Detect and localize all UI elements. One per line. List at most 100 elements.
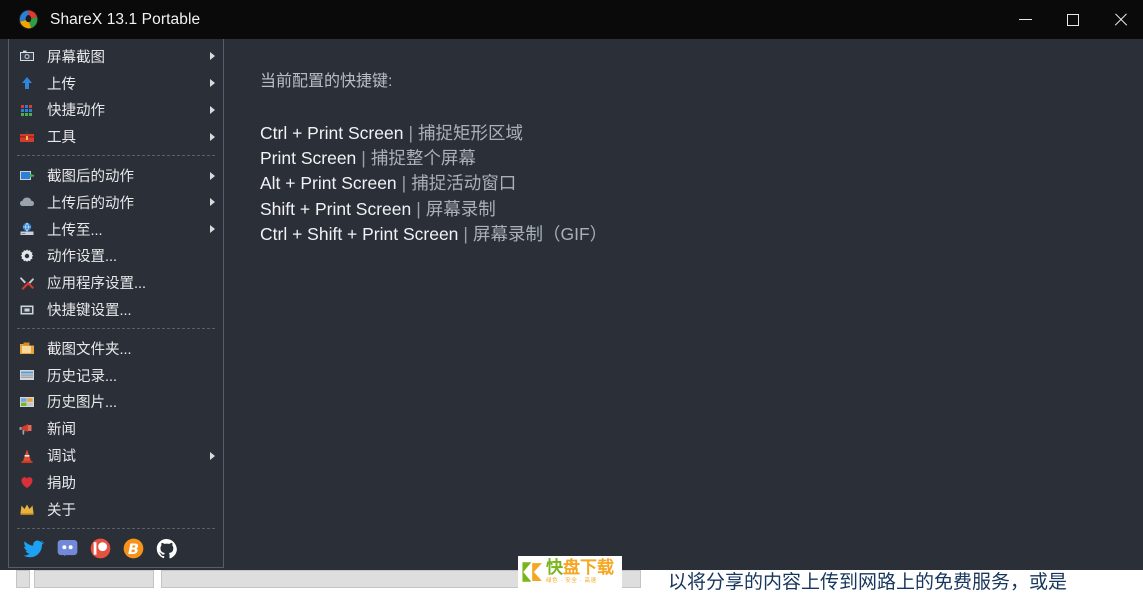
megaphone-icon: [18, 420, 36, 438]
keyboard-icon: [18, 301, 36, 319]
menu-item-label: 快捷键设置...: [47, 303, 132, 320]
submenu-chevron-right-icon: [210, 171, 215, 180]
hotkey-description: 屏幕录制: [425, 198, 496, 219]
hotkey-separator: |: [463, 223, 468, 244]
menu-item-label: 历史记录...: [47, 368, 118, 385]
background-bottom-text: 以将分享的内容上传到网路上的免费服务，或是: [668, 572, 1068, 593]
menu-item-历史图片[interactable]: 历史图片...: [9, 389, 223, 416]
upload-arrow-icon: [18, 74, 36, 92]
hotkey-description: 屏幕录制（GIF）: [472, 223, 608, 244]
folder-icon: [18, 339, 36, 357]
menu-item-label: 捐助: [47, 475, 76, 492]
crown-icon: [18, 500, 36, 518]
menu-item-label: 工具: [47, 130, 76, 147]
history-images-icon: [18, 393, 36, 411]
submenu-chevron-right-icon: [210, 79, 215, 88]
close-button[interactable]: [1096, 0, 1143, 39]
traffic-cone-icon: [18, 447, 36, 465]
menu-item-label: 动作设置...: [47, 249, 118, 266]
menu-item-label: 调试: [47, 449, 76, 466]
menu-item-调试[interactable]: 调试: [9, 442, 223, 469]
minimize-icon: [1019, 19, 1032, 20]
hotkey-separator: |: [401, 173, 407, 194]
maximize-button[interactable]: [1049, 0, 1096, 39]
history-list-icon: [18, 366, 36, 384]
submenu-chevron-right-icon: [210, 132, 215, 141]
menu-item-label: 历史图片...: [47, 395, 118, 412]
menu-item-应用程序设置[interactable]: 应用程序设置...: [9, 269, 223, 296]
hotkey-row: Ctrl + Shift + Print Screen | 屏幕录制（GIF）: [260, 222, 1143, 247]
menu-item-快捷键设置[interactable]: 快捷键设置...: [9, 296, 223, 323]
menu-item-屏幕截图[interactable]: 屏幕截图: [9, 43, 223, 70]
cloud-icon: [18, 193, 36, 211]
menu-item-label: 快捷动作: [47, 103, 105, 120]
image-arrow-icon: [18, 167, 36, 185]
hotkey-description: 捕捉矩形区域: [418, 123, 523, 143]
menu-item-上传后的动作[interactable]: 上传后的动作: [9, 189, 223, 216]
hotkey-row: Alt + Print Screen | 捕捉活动窗口: [260, 171, 1143, 196]
toolbox-icon: [18, 128, 36, 146]
globe-disk-icon: [18, 220, 36, 238]
minimize-button[interactable]: [1002, 0, 1049, 39]
menu-separator: [17, 327, 215, 330]
content-heading: 当前配置的快捷键:: [260, 73, 393, 90]
watermark-text-part1: 快: [546, 557, 563, 578]
maximize-icon: [1066, 13, 1079, 26]
github-icon[interactable]: [155, 537, 178, 560]
window-title: ShareX 13.1 Portable: [50, 10, 201, 28]
menu-item-动作设置[interactable]: 动作设置...: [9, 243, 223, 270]
hotkey-separator: |: [361, 148, 366, 169]
main-menu-panel: 屏幕截图 上传快捷动作工具截图后的动作 上传后的动作上传至... 动作设置... 应用程…: [8, 39, 224, 568]
patreon-icon[interactable]: [89, 537, 112, 560]
heart-icon: [18, 473, 36, 491]
menu-item-label: 截图后的动作: [47, 169, 134, 186]
menu-item-label: 新闻: [47, 422, 76, 439]
svg-text:B: B: [128, 541, 139, 557]
submenu-chevron-right-icon: [210, 198, 215, 207]
window-titlebar: ShareX 13.1 Portable: [0, 0, 1143, 39]
watermark-text: 快盘下载 绿色 · 安全 · 高速: [546, 557, 614, 585]
twitter-icon[interactable]: [23, 537, 46, 560]
menu-separator: [17, 155, 215, 157]
hotkey-row: Shift + Print Screen | 屏幕录制: [260, 197, 1143, 222]
submenu-chevron-right-icon: [210, 225, 215, 234]
menu-item-新闻[interactable]: 新闻: [9, 415, 223, 442]
menu-item-label: 关于: [47, 502, 76, 519]
hotkey-keys: Ctrl + Print Screen: [260, 123, 404, 143]
close-icon: [1113, 13, 1127, 27]
menu-item-截图后的动作[interactable]: 截图后的动作: [9, 162, 223, 189]
menu-item-上传[interactable]: 上传: [9, 70, 223, 97]
hotkey-row: Ctrl + Print Screen | 捕捉矩形区域: [260, 121, 1143, 146]
sharex-swirl-logo: [18, 9, 39, 30]
watermark-subtitle: 绿色 · 安全 · 高速: [546, 577, 597, 584]
menu-item-label: 上传后的动作: [47, 195, 134, 212]
background-box: [16, 570, 30, 588]
hotkey-description: 捕捉整个屏幕: [370, 148, 476, 169]
sharex-main-window: ShareX 13.1 Portable 屏幕截图 上传 快捷动作 工具 截图后的动作上…: [0, 0, 1143, 570]
hotkey-keys: Print Screen: [260, 148, 357, 169]
grid-dots-icon: [18, 101, 36, 119]
hotkey-keys: Shift + Print Screen: [260, 198, 412, 219]
discord-icon[interactable]: [56, 537, 79, 560]
menu-item-捐助[interactable]: 捐助: [9, 469, 223, 496]
menu-item-截图文件夹[interactable]: 截图文件夹...: [9, 335, 223, 362]
hotkey-description: 捕捉活动窗口: [411, 173, 517, 194]
menu-item-关于[interactable]: 关于: [9, 496, 223, 523]
bitcoin-icon[interactable]: B: [122, 537, 145, 560]
hotkey-keys: Alt + Print Screen: [260, 173, 397, 194]
social-links-row: B: [9, 537, 223, 560]
submenu-chevron-right-icon: [210, 52, 215, 61]
background-box: [34, 570, 154, 588]
menu-item-快捷动作[interactable]: 快捷动作: [9, 97, 223, 124]
wrench-screwdriver-icon: [18, 274, 36, 292]
menu-separator: [17, 527, 215, 530]
menu-item-label: 应用程序设置...: [47, 276, 147, 293]
hotkey-keys: Ctrl + Shift + Print Screen: [260, 223, 459, 244]
menu-item-上传至[interactable]: 上传至...: [9, 216, 223, 243]
hotkey-list: Ctrl + Print Screen | 捕捉矩形区域 Print Screen | 捕…: [260, 121, 1143, 247]
menu-item-历史记录[interactable]: 历史记录...: [9, 362, 223, 389]
kuaipan-k-logo: [522, 562, 542, 582]
hotkey-separator: |: [408, 123, 413, 143]
menu-item-工具[interactable]: 工具: [9, 123, 223, 150]
watermark-logo: 快盘下载 绿色 · 安全 · 高速: [518, 556, 622, 588]
